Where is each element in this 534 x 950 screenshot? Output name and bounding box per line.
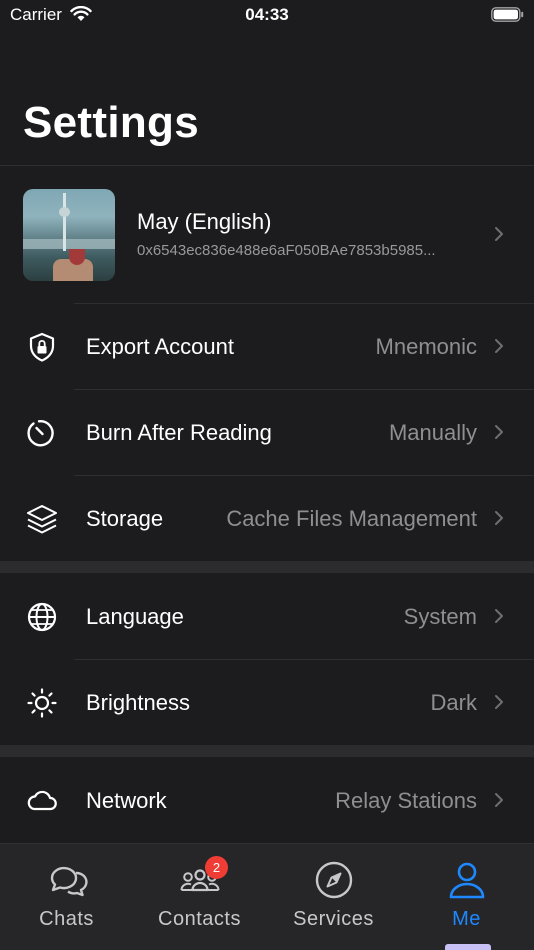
- row-label: Brightness: [86, 690, 190, 715]
- profile-name: May (English): [137, 209, 272, 234]
- chevron-right-icon: [495, 339, 503, 353]
- cloud-icon: [27, 790, 57, 811]
- battery-icon: [491, 7, 524, 22]
- divider: [74, 659, 534, 660]
- row-label: Language: [86, 604, 184, 629]
- layers-icon: [27, 505, 57, 534]
- row-value: Cache Files Management: [226, 506, 477, 531]
- wallet-address: 0x6543ec836e488e6aF050BAe7853b5985...: [137, 242, 436, 259]
- page-title: Settings: [23, 98, 199, 147]
- divider: [74, 303, 534, 304]
- row-language[interactable]: Language System: [0, 573, 534, 659]
- row-value: System: [403, 604, 477, 629]
- shield-lock-icon: [29, 332, 55, 362]
- chevron-right-icon: [495, 227, 503, 241]
- row-brightness[interactable]: Brightness Dark: [0, 659, 534, 745]
- row-export-account[interactable]: Export Account Mnemonic: [0, 303, 534, 389]
- tab-label: Contacts: [158, 908, 241, 930]
- tab-label: Chats: [39, 908, 94, 930]
- chevron-right-icon: [495, 425, 503, 439]
- tab-chats[interactable]: Chats: [0, 844, 133, 944]
- timer-icon: [27, 420, 54, 447]
- section-separator: [0, 745, 534, 757]
- sun-icon: [27, 688, 57, 718]
- compass-icon: [315, 861, 353, 899]
- section-separator: [0, 561, 534, 573]
- row-value: Relay Stations: [335, 788, 477, 813]
- tab-services[interactable]: Services: [267, 844, 400, 944]
- settings-screen: Carrier 04:33 Settings May (English) 0x6…: [0, 0, 534, 950]
- tab-label: Services: [293, 908, 374, 930]
- globe-icon: [27, 602, 57, 632]
- row-storage[interactable]: Storage Cache Files Management: [0, 475, 534, 561]
- row-value: Dark: [430, 690, 477, 715]
- chat-bubbles-icon: [50, 866, 88, 897]
- row-label: Storage: [86, 506, 164, 531]
- tab-bar: Chats 2 Contacts Services Me: [0, 843, 534, 950]
- status-bar: Carrier 04:33: [0, 0, 534, 32]
- row-label: Network: [86, 788, 167, 813]
- home-indicator: [445, 944, 491, 950]
- row-value: Mnemonic: [375, 334, 477, 359]
- chevron-right-icon: [495, 609, 503, 623]
- row-burn-after-reading[interactable]: Burn After Reading Manually: [0, 389, 534, 475]
- row-network[interactable]: Network Relay Stations: [0, 757, 534, 843]
- row-value: Manually: [388, 420, 477, 445]
- clock: 04:33: [245, 5, 289, 24]
- divider: [74, 389, 534, 390]
- chevron-right-icon: [495, 793, 503, 807]
- tab-me[interactable]: Me: [400, 844, 533, 944]
- chevron-right-icon: [495, 695, 503, 709]
- avatar: [23, 189, 115, 281]
- row-label: Export Account: [86, 334, 234, 359]
- person-icon: [449, 862, 485, 899]
- row-label: Burn After Reading: [86, 420, 272, 445]
- profile-card[interactable]: May (English) 0x6543ec836e488e6aF050BAe7…: [0, 166, 534, 303]
- divider: [74, 475, 534, 476]
- unread-badge: 2: [205, 856, 228, 879]
- chevron-right-icon: [495, 511, 503, 525]
- tab-contacts[interactable]: 2 Contacts: [133, 844, 266, 944]
- tab-label: Me: [452, 908, 481, 930]
